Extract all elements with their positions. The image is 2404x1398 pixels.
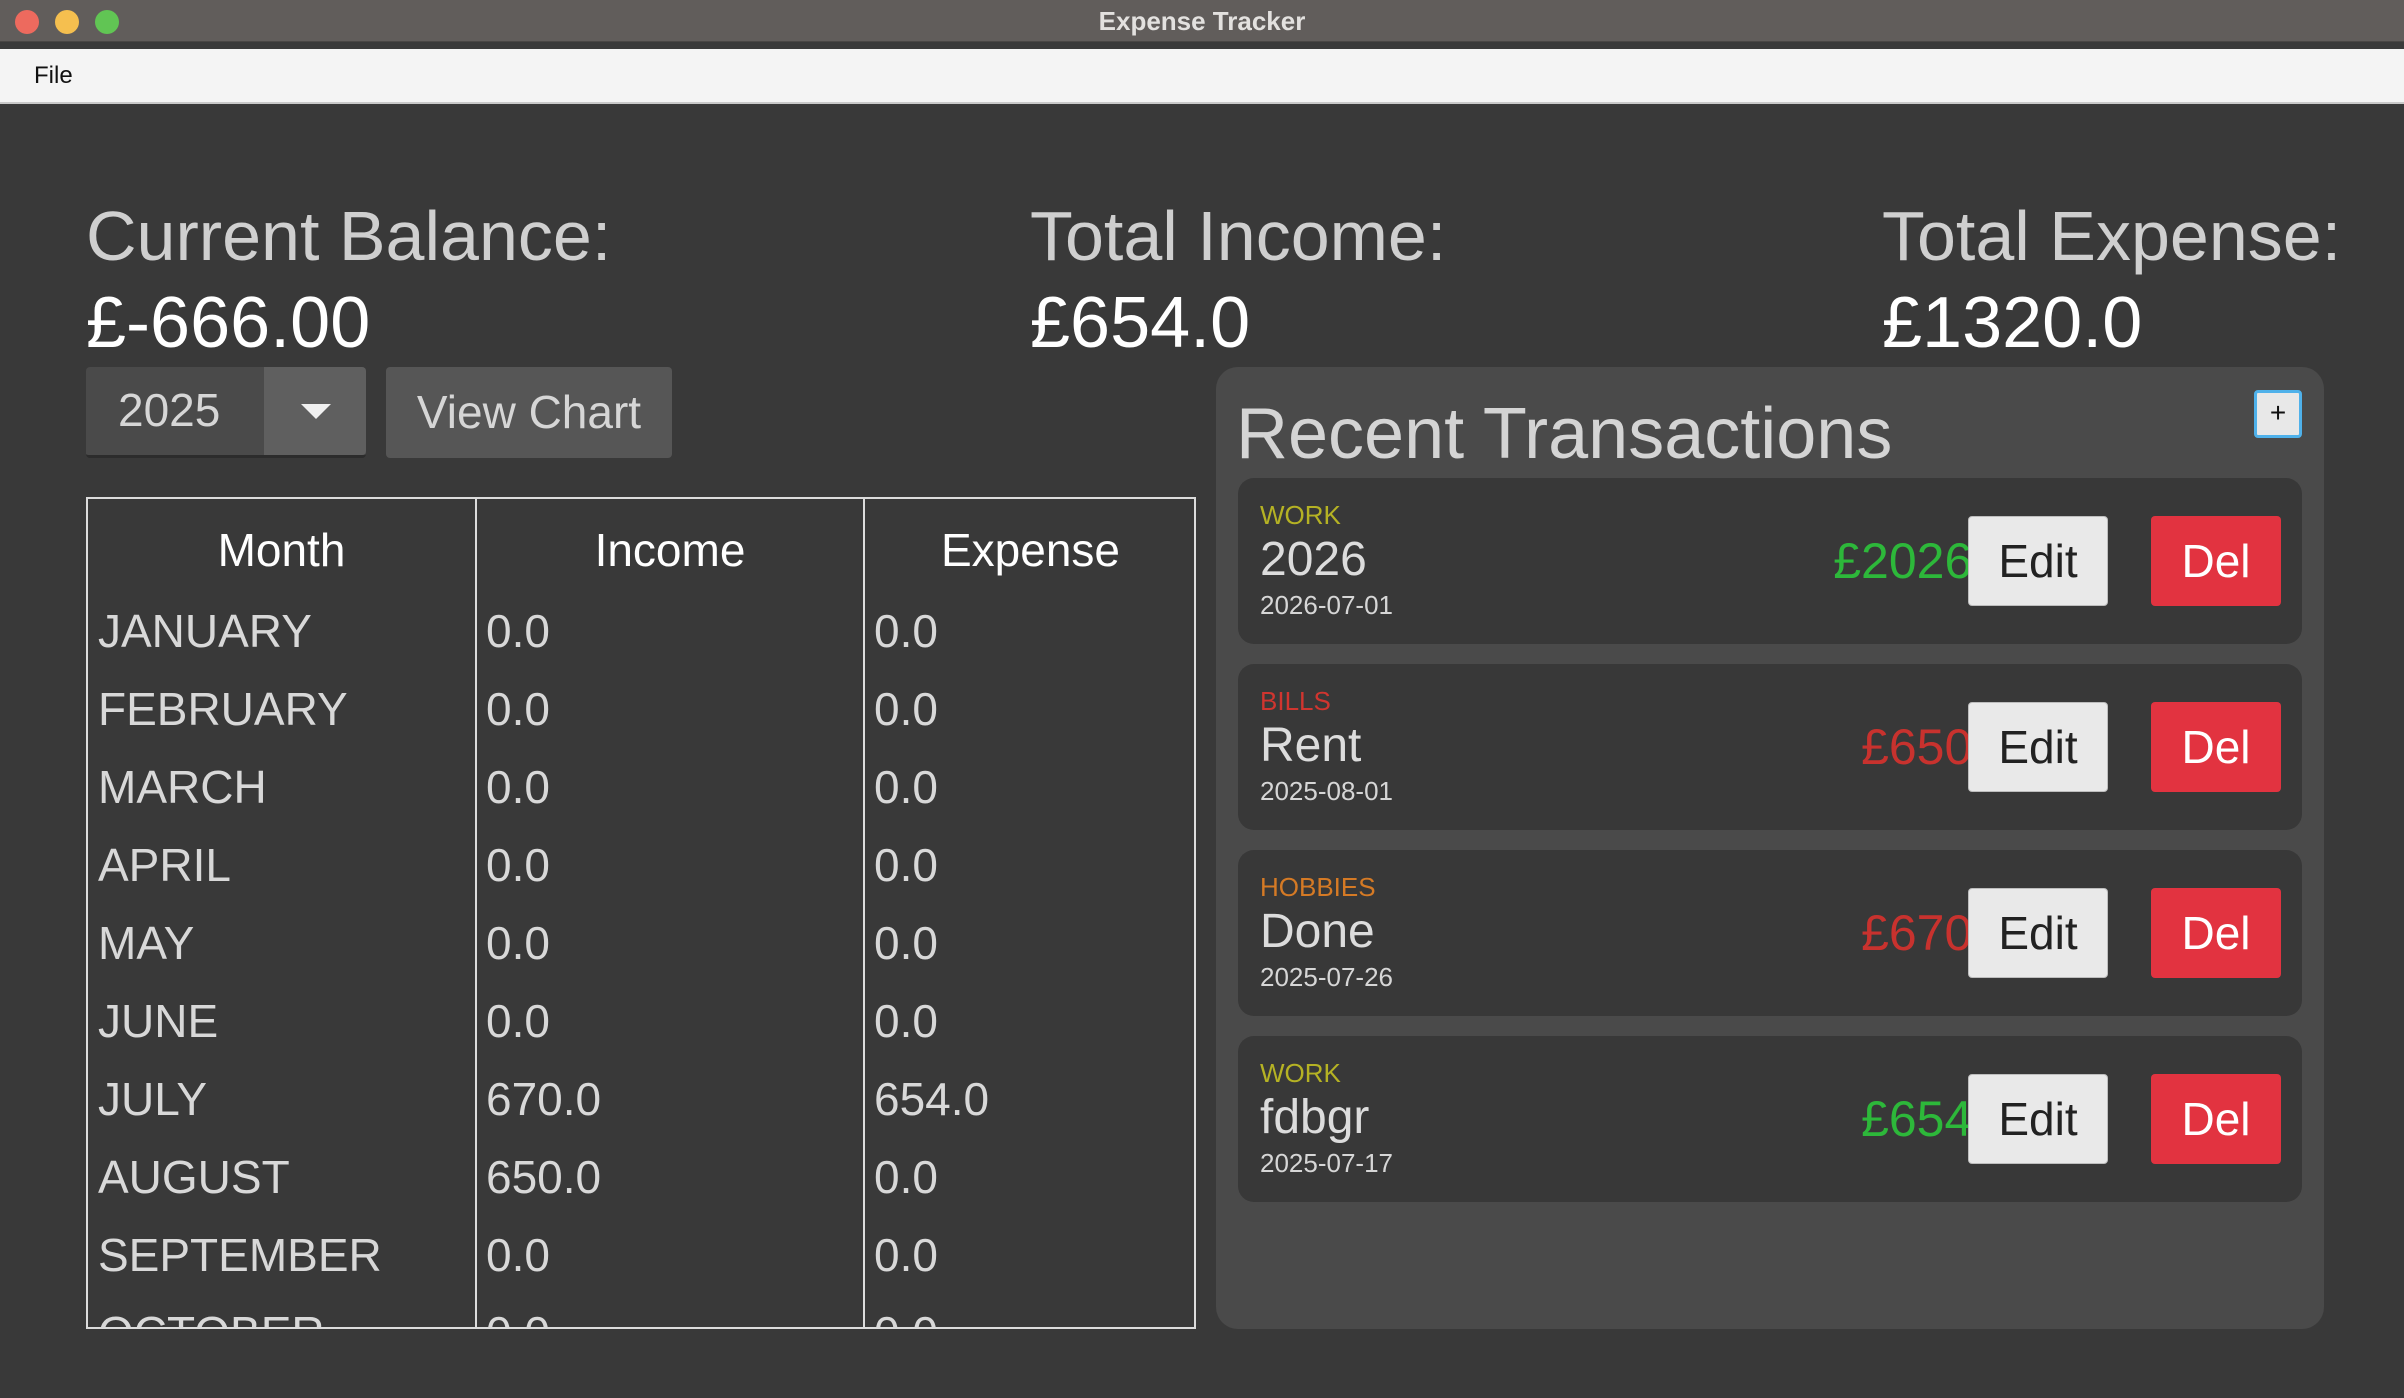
income-cell: 650.0 bbox=[486, 1151, 602, 1203]
transaction-category: BILLS bbox=[1260, 686, 1331, 716]
expense-cell: 0.0 bbox=[874, 917, 938, 969]
transaction-card: WORK 2026 2026-07-01 £2026.0 Edit Del bbox=[1238, 478, 2302, 644]
total-income-value: £654.0 bbox=[1030, 283, 1251, 363]
current-balance-label: Current Balance: bbox=[86, 197, 612, 275]
column-header-expense[interactable]: Expense bbox=[865, 523, 1194, 577]
income-cell: 0.0 bbox=[486, 917, 550, 969]
expense-cell: 0.0 bbox=[874, 1151, 938, 1203]
edit-transaction-button[interactable]: Edit bbox=[1968, 1074, 2108, 1164]
transaction-name: fdbgr bbox=[1260, 1091, 1370, 1144]
view-chart-button[interactable]: View Chart bbox=[386, 367, 672, 458]
column-header-income[interactable]: Income bbox=[477, 523, 863, 577]
month-cell: JUNE bbox=[98, 995, 219, 1047]
transaction-category: HOBBIES bbox=[1260, 872, 1376, 902]
expense-cell: 0.0 bbox=[874, 605, 938, 657]
delete-transaction-button[interactable]: Del bbox=[2151, 1074, 2281, 1164]
total-expense-label: Total Expense: bbox=[1882, 197, 2342, 275]
total-expense-value: £1320.0 bbox=[1882, 283, 2143, 363]
transaction-name: Rent bbox=[1260, 719, 1362, 772]
transaction-date: 2025-07-17 bbox=[1260, 1148, 1393, 1178]
expense-cell: 0.0 bbox=[874, 683, 938, 735]
menu-file[interactable]: File bbox=[34, 62, 73, 90]
table-row[interactable]: MARCH 0.0 0.0 bbox=[88, 760, 1194, 838]
edit-transaction-button[interactable]: Edit bbox=[1968, 516, 2108, 606]
transaction-category: WORK bbox=[1260, 500, 1341, 530]
transaction-card: HOBBIES Done 2025-07-26 £670.0 Edit Del bbox=[1238, 850, 2302, 1016]
month-cell: AUGUST bbox=[98, 1151, 290, 1203]
transaction-name: Done bbox=[1260, 905, 1375, 958]
expense-cell: 0.0 bbox=[874, 995, 938, 1047]
month-cell: FEBRUARY bbox=[98, 683, 348, 735]
edit-transaction-button[interactable]: Edit bbox=[1968, 702, 2108, 792]
income-cell: 0.0 bbox=[486, 605, 550, 657]
table-row[interactable]: SEPTEMBER 0.0 0.0 bbox=[88, 1228, 1194, 1306]
delete-transaction-button[interactable]: Del bbox=[2151, 516, 2281, 606]
table-row[interactable]: AUGUST 650.0 0.0 bbox=[88, 1150, 1194, 1228]
table-row[interactable]: APRIL 0.0 0.0 bbox=[88, 838, 1194, 916]
table-row[interactable]: JULY 670.0 654.0 bbox=[88, 1072, 1194, 1150]
expense-cell: 0.0 bbox=[874, 1229, 938, 1281]
table-row[interactable]: OCTOBER 0.0 0.0 bbox=[88, 1306, 1194, 1327]
year-select-value: 2025 bbox=[118, 384, 221, 436]
expense-cell: 0.0 bbox=[874, 1306, 938, 1327]
transaction-card: BILLS Rent 2025-08-01 £650.0 Edit Del bbox=[1238, 664, 2302, 830]
expense-cell: 0.0 bbox=[874, 761, 938, 813]
edit-transaction-button[interactable]: Edit bbox=[1968, 888, 2108, 978]
income-cell: 0.0 bbox=[486, 1306, 550, 1327]
income-cell: 670.0 bbox=[486, 1073, 602, 1125]
month-cell: JULY bbox=[98, 1073, 208, 1125]
month-cell: MAY bbox=[98, 917, 195, 969]
income-cell: 0.0 bbox=[486, 839, 550, 891]
transaction-date: 2025-07-26 bbox=[1260, 962, 1393, 992]
income-cell: 0.0 bbox=[486, 995, 550, 1047]
income-cell: 0.0 bbox=[486, 1229, 550, 1281]
table-row[interactable]: MAY 0.0 0.0 bbox=[88, 916, 1194, 994]
table-row[interactable]: JANUARY 0.0 0.0 bbox=[88, 604, 1194, 682]
transaction-name: 2026 bbox=[1260, 533, 1367, 586]
monthly-table: Month Income Expense JANUARY 0.0 0.0 FEB… bbox=[86, 497, 1196, 1329]
transaction-date: 2026-07-01 bbox=[1260, 590, 1393, 620]
add-transaction-button[interactable]: + bbox=[2254, 390, 2302, 438]
delete-transaction-button[interactable]: Del bbox=[2151, 888, 2281, 978]
month-cell: JANUARY bbox=[98, 605, 312, 657]
month-cell: MARCH bbox=[98, 761, 267, 813]
total-income-label: Total Income: bbox=[1030, 197, 1447, 275]
income-cell: 0.0 bbox=[486, 761, 550, 813]
year-select-toggle[interactable] bbox=[264, 367, 366, 455]
recent-transactions-title: Recent Transactions bbox=[1236, 394, 1893, 474]
expense-cell: 0.0 bbox=[874, 839, 938, 891]
expense-cell: 654.0 bbox=[874, 1073, 990, 1125]
transaction-date: 2025-08-01 bbox=[1260, 776, 1393, 806]
month-cell: APRIL bbox=[98, 839, 231, 891]
menu-bar: File bbox=[0, 49, 2404, 104]
transaction-category: WORK bbox=[1260, 1058, 1341, 1088]
column-header-month[interactable]: Month bbox=[88, 523, 475, 577]
chevron-down-icon bbox=[301, 404, 331, 419]
window-title: Expense Tracker bbox=[1098, 6, 1306, 36]
month-cell: OCTOBER bbox=[98, 1306, 325, 1327]
table-row[interactable]: FEBRUARY 0.0 0.0 bbox=[88, 682, 1194, 760]
table-row[interactable]: JUNE 0.0 0.0 bbox=[88, 994, 1194, 1072]
delete-transaction-button[interactable]: Del bbox=[2151, 702, 2281, 792]
title-bar: Expense Tracker bbox=[0, 0, 2404, 42]
current-balance-value: £-666.00 bbox=[86, 283, 371, 363]
year-select[interactable]: 2025 bbox=[86, 367, 366, 458]
income-cell: 0.0 bbox=[486, 683, 550, 735]
recent-transactions-panel: Recent Transactions + WORK 2026 2026-07-… bbox=[1216, 367, 2324, 1329]
month-cell: SEPTEMBER bbox=[98, 1229, 382, 1281]
transaction-card: WORK fdbgr 2025-07-17 £654.0 Edit Del bbox=[1238, 1036, 2302, 1202]
